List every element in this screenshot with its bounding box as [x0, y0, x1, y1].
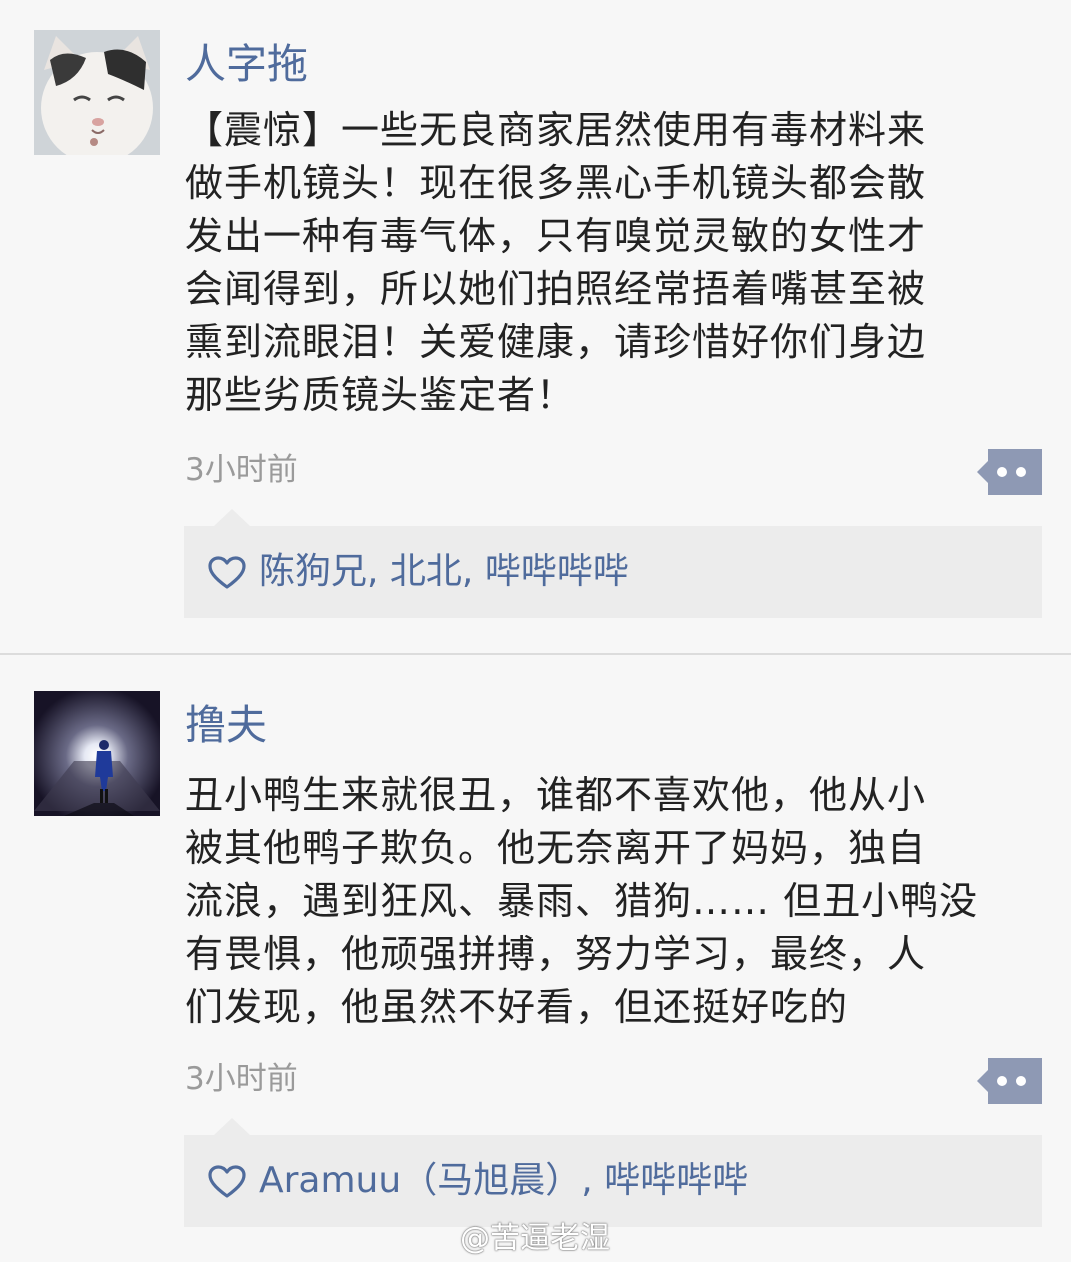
likes-panel: Aramuu（马旭晨）, 哔哔哔哔 — [184, 1118, 1042, 1227]
comment-item: 撸夫 丑小鸭生来就很丑，谁都不喜欢他，他从小 被其他鸭子欺负。他无奈离开了妈妈，… — [0, 655, 1071, 1262]
comment-line: 【震惊】一些无良商家居然使用有毒材料来 — [185, 108, 927, 152]
more-options-button[interactable] — [977, 1058, 1042, 1104]
heart-icon[interactable] — [208, 556, 246, 590]
more-dots-icon — [997, 1076, 1007, 1086]
likes-panel: 陈狗兄, 北北, 哔哔哔哔 — [184, 509, 1042, 618]
more-dots-icon — [997, 467, 1007, 477]
likes-names[interactable]: 陈狗兄, 北北, 哔哔哔哔 — [259, 546, 629, 598]
comment-text: 【震惊】一些无良商家居然使用有毒材料来 做手机镜头！现在很多黑心手机镜头都会散 … — [185, 104, 1045, 422]
comment-line: 那些劣质镜头鉴定者！ — [185, 373, 576, 417]
timestamp: 3小时前 — [185, 452, 298, 488]
timestamp: 3小时前 — [185, 1061, 298, 1097]
comment-line: 流浪，遇到狂风、暴雨、猎狗…… 但丑小鸭没 — [185, 879, 979, 923]
avatar[interactable] — [34, 691, 160, 816]
username[interactable]: 人字拖 — [185, 38, 308, 90]
night-figure-avatar-image — [34, 691, 160, 816]
likes-names[interactable]: Aramuu（马旭晨）, 哔哔哔哔 — [259, 1155, 748, 1207]
comment-text: 丑小鸭生来就很丑，谁都不喜欢他，他从小 被其他鸭子欺负。他无奈离开了妈妈，独自 … — [185, 769, 1045, 1034]
comment-line: 会闻得到，所以她们拍照经常捂着嘴甚至被 — [185, 267, 927, 311]
comment-line: 们发现，他虽然不好看，但还挺好吃的 — [185, 985, 849, 1029]
comment-line: 发出一种有毒气体，只有嗅觉灵敏的女性才 — [185, 214, 927, 258]
comment-item: 人字拖 【震惊】一些无良商家居然使用有毒材料来 做手机镜头！现在很多黑心手机镜头… — [0, 0, 1071, 654]
more-options-button[interactable] — [977, 449, 1042, 495]
username[interactable]: 撸夫 — [185, 699, 267, 751]
comment-line: 做手机镜头！现在很多黑心手机镜头都会散 — [185, 161, 927, 205]
comment-line: 熏到流眼泪！关爱健康，请珍惜好你们身边 — [185, 320, 927, 364]
watermark: @苦逼老湿 — [460, 1221, 610, 1256]
comment-line: 被其他鸭子欺负。他无奈离开了妈妈，独自 — [185, 826, 927, 870]
comment-line: 丑小鸭生来就很丑，谁都不喜欢他，他从小 — [185, 773, 927, 817]
avatar[interactable] — [34, 30, 160, 155]
cat-avatar-image — [34, 30, 160, 155]
heart-icon[interactable] — [208, 1165, 246, 1199]
comment-line: 有畏惧，他顽强拼搏，努力学习，最终，人 — [185, 932, 927, 976]
